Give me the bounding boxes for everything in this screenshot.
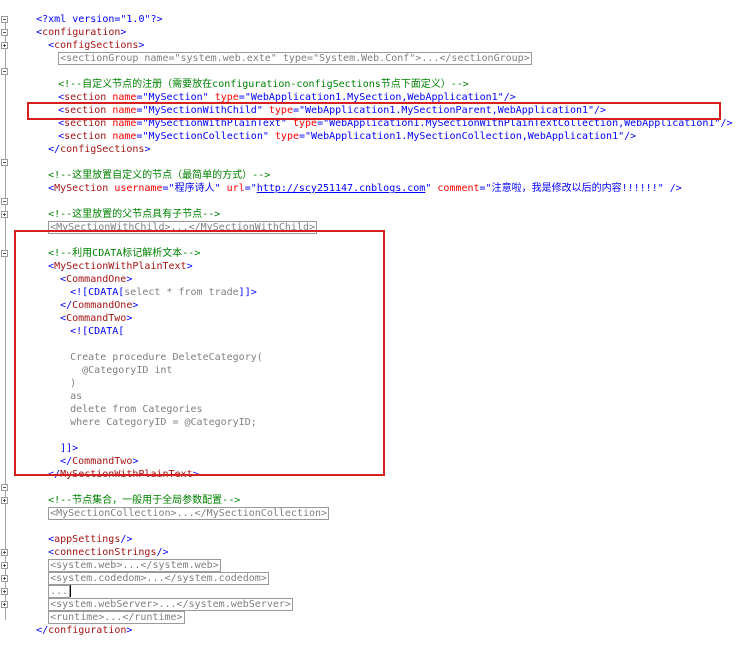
code-line: <appSettings/> [48,534,133,545]
collapse-toggle-mysectionwithplaintext[interactable] [1,250,8,257]
collapse-toggle-comment[interactable] [1,68,8,75]
attribute-comment: comment [437,183,480,194]
expand-toggle-system-codedom[interactable] [1,562,8,569]
code-line: <system.webServer>...</system.webServer> [24,585,293,611]
expand-toggle-mysectioncollection[interactable] [1,497,8,504]
collapse-toggle-comment[interactable] [1,159,8,166]
code-line: <runtime>...</runtime> [24,598,185,624]
code-line: </configSections> [48,144,151,155]
attribute-url: url [226,183,245,194]
code-line: <!--这里放置的父节点具有子节点--> [24,195,220,220]
code-line: <configSections> [48,40,145,51]
element-configsections-close: configSections [60,144,145,155]
code-line: <configuration> [36,27,127,38]
collapse-toggle-comment[interactable] [1,484,8,491]
xml-declaration-close: ?> [150,14,163,25]
attribute-value: "MySectionCollection" [142,131,269,142]
code-line: <!--节点集合，一般用于全局参数配置--> [24,481,240,506]
code-line: <MySectionWithChild>...</MySectionWithCh… [24,208,317,234]
collapsed-region-mysectioncollection[interactable]: <MySectionCollection>...</MySectionColle… [48,507,330,520]
collapsed-region-system-codedom[interactable]: <system.codedom>...</system.codedom> [48,572,269,585]
expand-toggle-collapsed[interactable] [1,575,8,582]
code-line: <?xml version="1.0"?> [12,0,162,25]
code-line: <system.web>...</system.web> [24,546,221,572]
code-line: </configuration> [36,625,133,636]
code-line: ... [24,572,72,598]
highlight-box-section-line [27,102,721,120]
expand-toggle-system-web[interactable] [1,549,8,556]
xml-code-editor[interactable]: <?xml version="1.0"?> <configuration> <c… [0,0,746,636]
code-line: <connectionStrings/> [48,547,169,558]
code-line: <system.codedom>...</system.codedom> [24,559,269,585]
attribute-username: username [114,183,163,194]
attribute-type: type [274,131,299,142]
code-line: <MySection username="程序诗人" url="http://s… [48,183,682,194]
expand-toggle-sectiongroup[interactable] [1,42,8,49]
expand-toggle-mysectionwithchild[interactable] [1,211,8,218]
collapse-toggle-comment[interactable] [1,198,8,205]
code-line: <!--自定义节点的注册（需要放在configuration-configSec… [34,65,469,90]
code-line: <MySectionCollection>...</MySectionColle… [24,494,330,520]
outline-guide [5,22,6,620]
element-mysection: MySection [54,183,109,194]
attribute-value: "注意啦，我是修改以后的内容!!!!!!" [485,183,664,194]
collapsed-region-sectiongroup[interactable]: <sectionGroup name="system.web.exte" typ… [58,52,532,65]
attribute-value: "WebApplication1.MySectionCollection,Web… [305,131,625,142]
expand-toggle-system-webserver[interactable] [1,588,8,595]
highlight-box-cdata-block [14,230,385,476]
code-line: <!--这里放置自定义的节点（最简单的方式）--> [24,156,270,181]
code-line: <section name="MySection" type="WebAppli… [58,92,516,103]
attribute-value: "程序诗人" [168,183,221,194]
collapse-toggle-configsections[interactable] [1,29,8,36]
collapse-toggle-configuration[interactable] [1,16,8,23]
expand-toggle-runtime[interactable] [1,601,8,608]
code-line: <sectionGroup name="system.web.exte" typ… [34,39,532,65]
url-link[interactable]: http://scy251147.cnblogs.com [257,183,426,194]
